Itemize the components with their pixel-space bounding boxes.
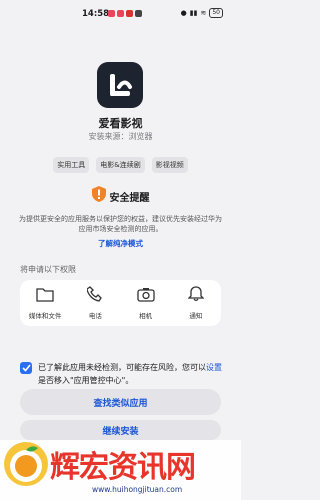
location-icon: ● [180, 9, 187, 17]
watermark: 辉宏资讯网 www.huihongjituan.com [0, 440, 241, 500]
security-notice: 安全提醒 为提供更安全的应用服务以保护您的权益，建议优先安装经过华为应用市场安全… [0, 186, 241, 234]
permission-label: 通知 [189, 312, 203, 320]
notification-icon [108, 10, 115, 17]
permission-label: 电话 [88, 312, 102, 320]
security-description: 为提供更安全的应用服务以保护您的权益，建议优先安装经过华为应用市场安全检测的应用… [19, 215, 222, 233]
watermark-text: 辉宏资讯网 [50, 450, 196, 485]
signal-icon: ▮▮ [189, 9, 198, 17]
app-icon [97, 62, 143, 108]
app-name: 爱看影视 [98, 117, 143, 130]
app-source: 安装来源：浏览器 [88, 132, 153, 141]
permission-item: 电话 [72, 286, 118, 320]
settings-link[interactable]: 设置 [206, 363, 222, 372]
folder-icon [36, 287, 54, 306]
watermark-logo-icon [4, 442, 48, 486]
permissions-title: 将申请以下权限 [20, 265, 76, 274]
consent-text: 已了解此应用未经检测，可能存在风险，您可以设置是否移入"应用管控中心"。 [38, 361, 225, 387]
permission-item: 通知 [173, 286, 219, 320]
camera-icon [136, 287, 155, 306]
phone-icon [86, 286, 103, 306]
tag: 影视视频 [151, 157, 188, 173]
status-icons: ● ▮▮ ≋ 50 [181, 8, 223, 18]
continue-install-button[interactable]: 继续安装 [20, 420, 221, 440]
consent-text-before: 已了解此应用未经检测，可能存在风险，您可以 [38, 363, 206, 372]
find-similar-apps-button[interactable]: 查找类似应用 [20, 389, 221, 415]
learn-pure-mode-link[interactable]: 了解纯净模式 [0, 238, 241, 249]
tag-list: 实用工具 电影&连续剧 影视视频 [0, 157, 241, 173]
permission-label: 媒体和文件 [28, 311, 62, 320]
permission-item: 相机 [123, 287, 169, 320]
bell-icon [187, 286, 205, 306]
tag: 电影&连续剧 [96, 157, 145, 173]
notification-icon [117, 10, 124, 17]
status-time: 14:58 [82, 9, 110, 19]
watermark-url: www.huihongjituan.com [92, 485, 183, 494]
status-bar: 14:58 ● ▮▮ ≋ 50 [0, 0, 241, 26]
consent-text-after: 是否移入"应用管控中心"。 [38, 376, 134, 385]
consent-checkbox[interactable] [20, 362, 32, 374]
notification-icon [135, 10, 142, 17]
security-title: 安全提醒 [109, 192, 150, 204]
permission-item: 媒体和文件 [22, 287, 68, 320]
warning-shield-icon [91, 186, 106, 206]
notification-icon [126, 10, 133, 17]
wifi-icon: ≋ [200, 9, 207, 17]
permission-label: 相机 [139, 311, 153, 320]
permissions-card: 媒体和文件 电话 相机 通知 [20, 280, 221, 326]
battery-icon: 50 [209, 8, 223, 18]
tag: 实用工具 [53, 157, 90, 173]
risk-consent: 已了解此应用未经检测，可能存在风险，您可以设置是否移入"应用管控中心"。 [20, 361, 225, 387]
